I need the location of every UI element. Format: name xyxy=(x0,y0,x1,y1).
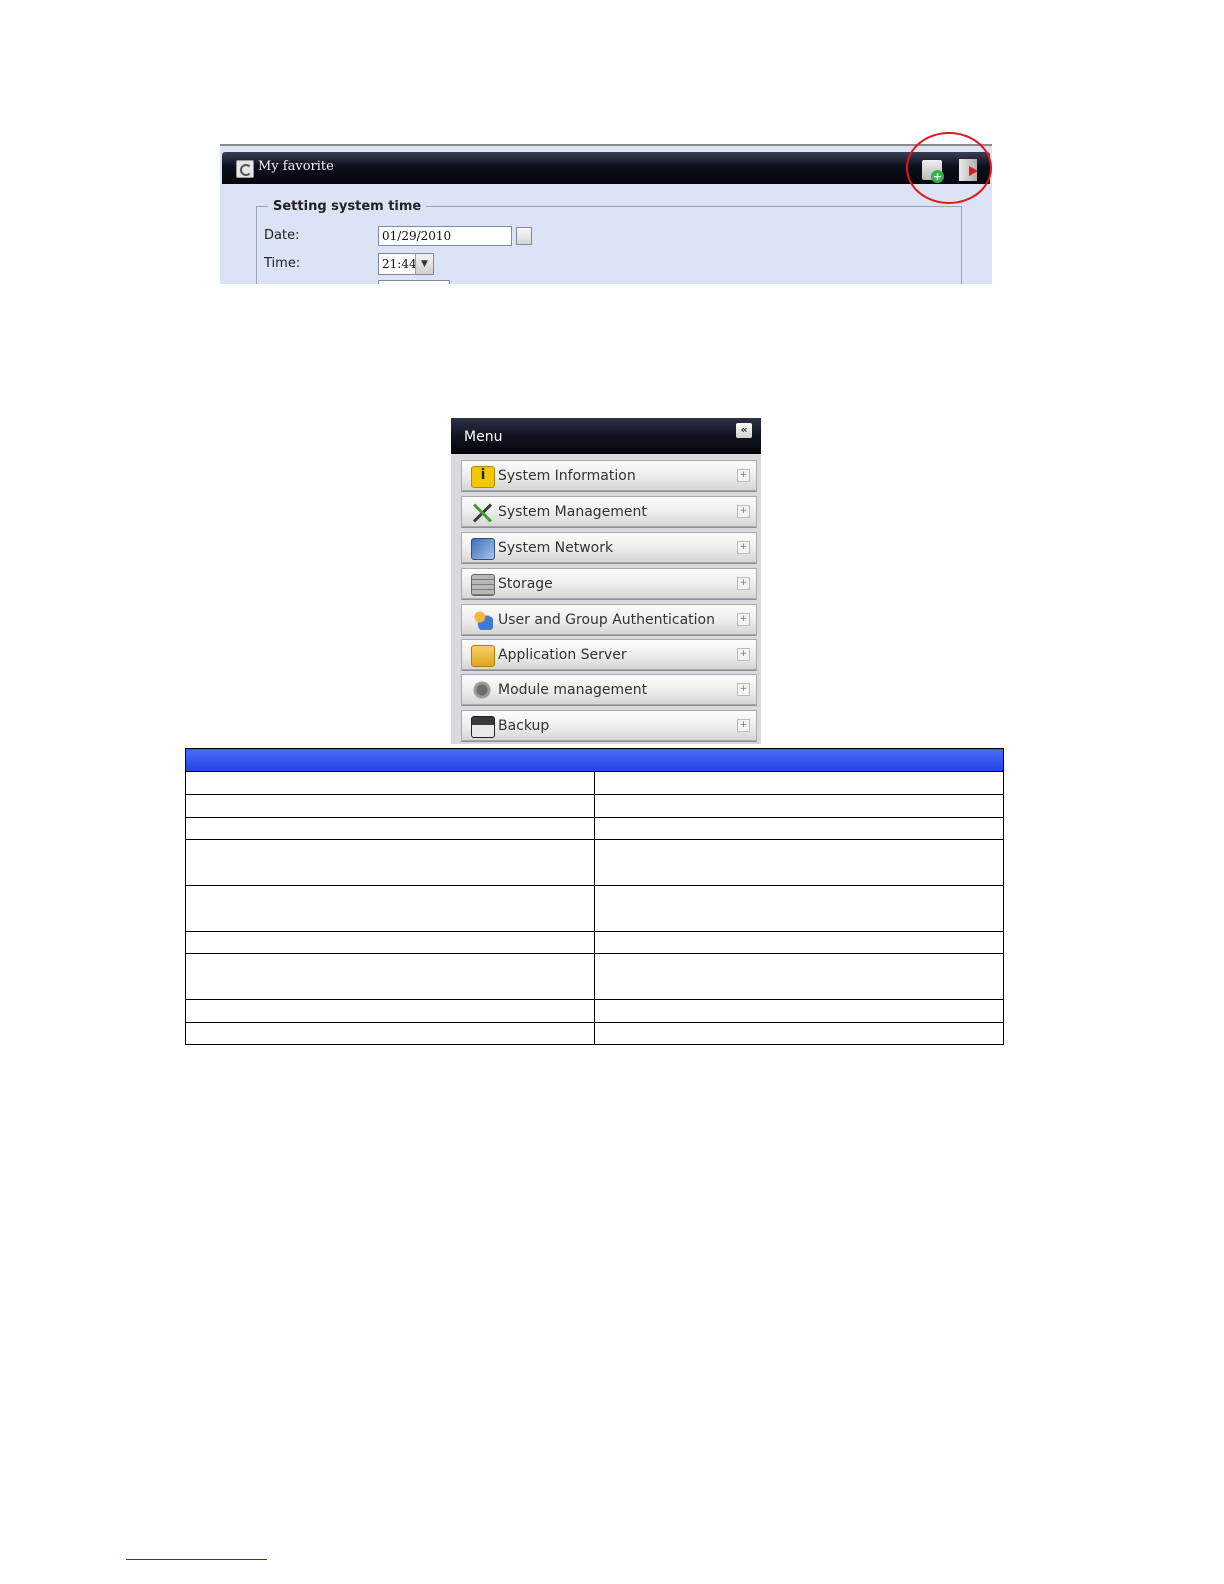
table-cell xyxy=(594,931,1004,954)
network-icon xyxy=(471,538,495,560)
table-row xyxy=(185,839,1004,886)
table-row xyxy=(185,885,1004,932)
table-header-row xyxy=(185,748,1004,772)
calendar-icon[interactable] xyxy=(516,227,532,245)
date-input[interactable]: 01/29/2010 xyxy=(378,226,512,246)
table-cell xyxy=(185,885,595,932)
expand-icon[interactable]: + xyxy=(737,505,750,518)
menu-header: Menu « xyxy=(451,418,761,454)
table-cell xyxy=(594,771,1004,795)
system-time-fieldset xyxy=(256,206,962,284)
table-cell xyxy=(594,794,1004,818)
table-row xyxy=(185,931,1004,954)
menu-item-storage[interactable]: Storage + xyxy=(461,568,757,599)
favorite-title: My favorite xyxy=(258,159,334,174)
table-row xyxy=(185,999,1004,1023)
menu-item-label: System Network xyxy=(498,540,614,556)
expand-icon[interactable]: + xyxy=(737,541,750,554)
time-label: Time: xyxy=(264,256,301,271)
storage-icon xyxy=(471,574,495,596)
menu-item-label: Backup xyxy=(498,718,550,734)
users-icon xyxy=(471,610,493,630)
table-cell xyxy=(185,771,595,795)
menu-description-table xyxy=(185,748,1004,1045)
menu-panel-screenshot: Menu « System Information + System Manag… xyxy=(451,418,761,744)
table-row xyxy=(185,771,1004,795)
gear-icon xyxy=(471,680,493,700)
table-row xyxy=(185,794,1004,818)
menu-item-label: System Information xyxy=(498,468,636,484)
system-time-legend: Setting system time xyxy=(268,199,427,214)
menu-item-backup[interactable]: Backup + xyxy=(461,710,757,741)
table-row xyxy=(185,1022,1004,1045)
expand-icon[interactable]: + xyxy=(737,577,750,590)
table-cell xyxy=(185,999,595,1023)
expand-icon[interactable]: + xyxy=(737,683,750,696)
info-icon xyxy=(471,466,495,488)
menu-title: Menu xyxy=(464,429,503,445)
table-cell xyxy=(594,839,1004,886)
table-cell xyxy=(594,953,1004,1000)
favorite-icon xyxy=(236,160,254,178)
collapse-icon[interactable]: « xyxy=(736,423,752,438)
menu-item-label: User and Group Authentication xyxy=(498,612,715,628)
menu-item-system-network[interactable]: System Network + xyxy=(461,532,757,563)
table-cell xyxy=(185,839,595,886)
menu-item-label: Storage xyxy=(498,576,553,592)
table-cell xyxy=(185,1022,595,1045)
menu-item-label: Application Server xyxy=(498,647,627,663)
menu-item-label: Module management xyxy=(498,682,648,698)
table-cell xyxy=(185,931,595,954)
expand-icon[interactable]: + xyxy=(737,613,750,626)
date-label: Date: xyxy=(264,228,300,243)
backup-icon xyxy=(471,716,495,738)
highlight-circle xyxy=(906,132,992,204)
expand-icon[interactable]: + xyxy=(737,469,750,482)
tools-icon xyxy=(471,502,493,522)
partial-field[interactable] xyxy=(378,280,450,284)
chevron-down-icon[interactable]: ▼ xyxy=(415,254,433,274)
table-row xyxy=(185,817,1004,840)
time-select[interactable]: 21:44 ▼ xyxy=(378,253,434,275)
menu-item-system-management[interactable]: System Management + xyxy=(461,496,757,527)
table-header-cell xyxy=(185,748,1004,772)
table-cell xyxy=(185,794,595,818)
menu-item-module-management[interactable]: Module management + xyxy=(461,674,757,705)
favorite-title-bar: My favorite xyxy=(222,152,990,184)
table-cell xyxy=(594,1022,1004,1045)
expand-icon[interactable]: + xyxy=(737,719,750,732)
expand-icon[interactable]: + xyxy=(737,648,750,661)
time-value: 21:44 xyxy=(382,257,417,271)
table-cell xyxy=(185,953,595,1000)
menu-item-label: System Management xyxy=(498,504,647,520)
folder-icon xyxy=(471,645,495,667)
table-cell xyxy=(594,817,1004,840)
menu-item-system-information[interactable]: System Information + xyxy=(461,460,757,491)
menu-item-application-server[interactable]: Application Server + xyxy=(461,639,757,670)
table-cell xyxy=(185,817,595,840)
menu-item-user-group-authentication[interactable]: User and Group Authentication + xyxy=(461,604,757,635)
table-cell xyxy=(594,999,1004,1023)
favorite-panel-screenshot: My favorite Setting system time Date: 01… xyxy=(220,144,992,284)
footer-link-underline xyxy=(126,1559,267,1560)
table-row xyxy=(185,953,1004,1000)
table-cell xyxy=(594,885,1004,932)
